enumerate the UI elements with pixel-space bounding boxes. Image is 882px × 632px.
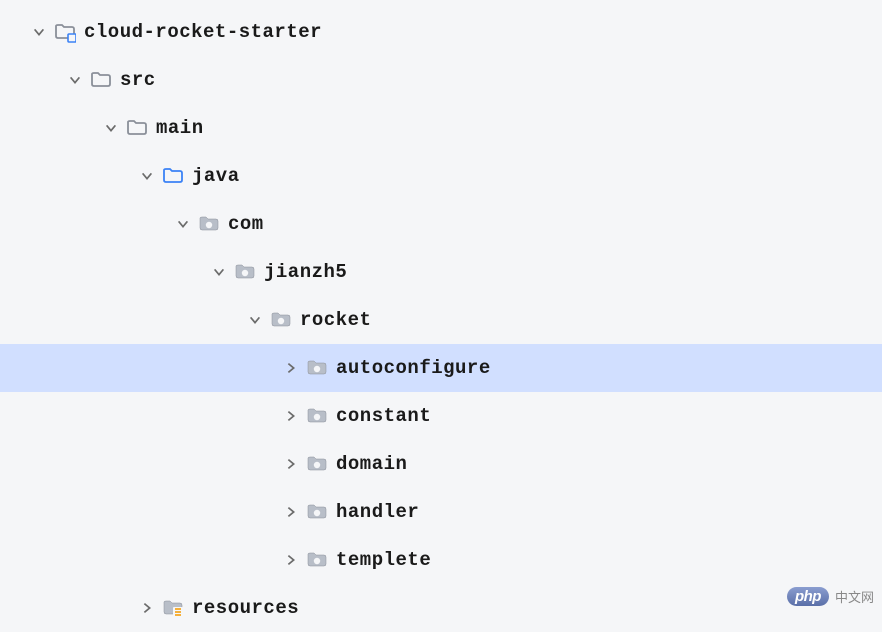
- chevron-down-icon[interactable]: [174, 215, 192, 233]
- package-icon: [306, 357, 328, 379]
- package-icon: [198, 213, 220, 235]
- tree-row-jianzh5[interactable]: jianzh5: [0, 248, 882, 296]
- project-tree: cloud-rocket-starter src main java com j…: [0, 0, 882, 632]
- tree-row-rocket[interactable]: rocket: [0, 296, 882, 344]
- chevron-down-icon[interactable]: [66, 71, 84, 89]
- chevron-right-icon[interactable]: [282, 551, 300, 569]
- chevron-down-icon[interactable]: [102, 119, 120, 137]
- chevron-down-icon[interactable]: [246, 311, 264, 329]
- watermark-text: 中文网: [835, 587, 874, 606]
- source-folder-icon: [162, 165, 184, 187]
- package-icon: [270, 309, 292, 331]
- chevron-down-icon[interactable]: [30, 23, 48, 41]
- tree-label: java: [192, 165, 240, 187]
- package-icon: [306, 453, 328, 475]
- folder-icon: [90, 69, 112, 91]
- chevron-right-icon[interactable]: [282, 455, 300, 473]
- tree-row-main[interactable]: main: [0, 104, 882, 152]
- tree-label: handler: [336, 501, 419, 523]
- package-icon: [234, 261, 256, 283]
- tree-row-constant[interactable]: constant: [0, 392, 882, 440]
- tree-row-com[interactable]: com: [0, 200, 882, 248]
- tree-label: resources: [192, 597, 299, 619]
- chevron-down-icon[interactable]: [210, 263, 228, 281]
- tree-label: jianzh5: [264, 261, 347, 283]
- tree-row-java[interactable]: java: [0, 152, 882, 200]
- php-logo: php: [787, 587, 829, 606]
- tree-row-handler[interactable]: handler: [0, 488, 882, 536]
- tree-label: cloud-rocket-starter: [84, 21, 322, 43]
- tree-label: templete: [336, 549, 431, 571]
- tree-row-templete[interactable]: templete: [0, 536, 882, 584]
- module-folder-icon: [54, 21, 76, 43]
- tree-label: rocket: [300, 309, 371, 331]
- package-icon: [306, 501, 328, 523]
- tree-row-resources[interactable]: resources: [0, 584, 882, 632]
- tree-label: domain: [336, 453, 407, 475]
- chevron-right-icon[interactable]: [138, 599, 156, 617]
- resources-folder-icon: [162, 597, 184, 619]
- tree-label: src: [120, 69, 156, 91]
- watermark: php 中文网: [787, 587, 874, 606]
- tree-row-root[interactable]: cloud-rocket-starter: [0, 8, 882, 56]
- tree-label: constant: [336, 405, 431, 427]
- chevron-right-icon[interactable]: [282, 359, 300, 377]
- tree-label: main: [156, 117, 204, 139]
- chevron-right-icon[interactable]: [282, 503, 300, 521]
- tree-label: com: [228, 213, 264, 235]
- tree-row-src[interactable]: src: [0, 56, 882, 104]
- tree-row-autoconfigure[interactable]: autoconfigure: [0, 344, 882, 392]
- tree-row-domain[interactable]: domain: [0, 440, 882, 488]
- package-icon: [306, 405, 328, 427]
- folder-icon: [126, 117, 148, 139]
- tree-label: autoconfigure: [336, 357, 491, 379]
- chevron-down-icon[interactable]: [138, 167, 156, 185]
- chevron-right-icon[interactable]: [282, 407, 300, 425]
- package-icon: [306, 549, 328, 571]
